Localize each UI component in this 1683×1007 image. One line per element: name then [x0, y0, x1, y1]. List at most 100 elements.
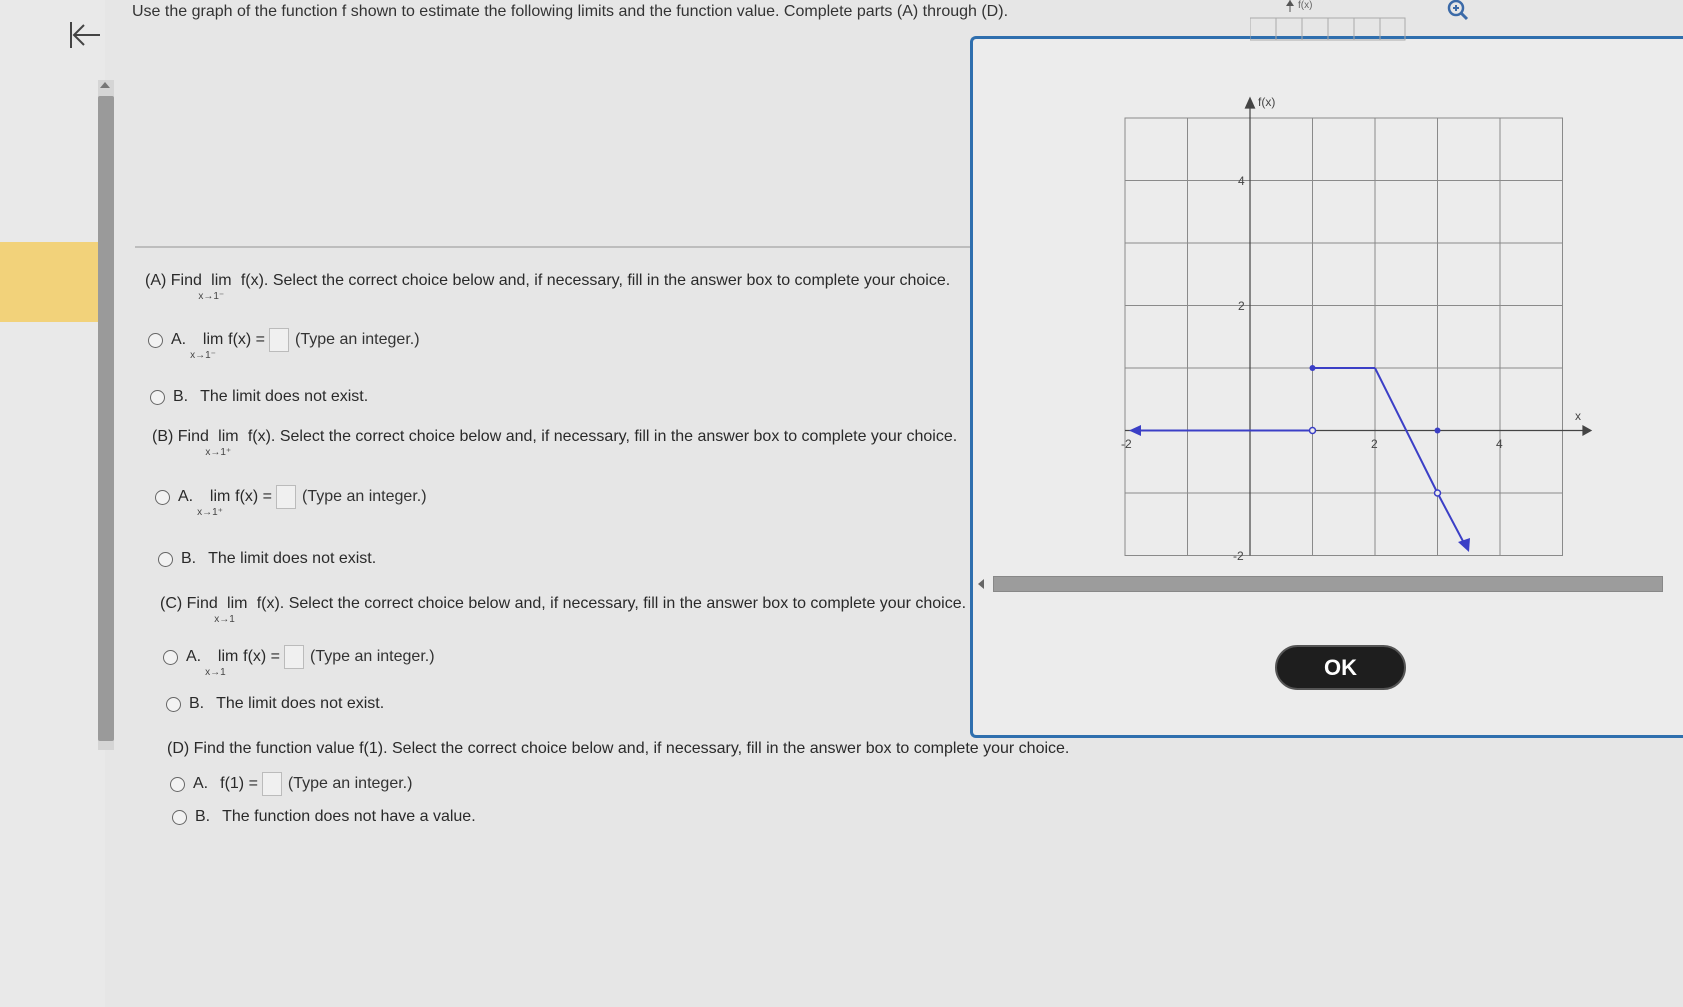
ok-button[interactable]: OK: [1275, 645, 1406, 690]
lim-text: lim: [211, 272, 232, 289]
horizontal-scrollbar[interactable]: [993, 576, 1663, 592]
choice-letter: B.: [173, 388, 189, 405]
function-graph: f(x) x -2 2 4 4 2 -2: [1121, 95, 1593, 563]
part-d-answer-input[interactable]: [261, 772, 282, 796]
part-a-instructions: Select the correct choice below and, if …: [272, 272, 951, 289]
function-curve: [1129, 367, 1470, 552]
scroll-left-arrow-icon[interactable]: [978, 579, 984, 589]
part-a-answer-input[interactable]: [269, 328, 290, 352]
choice-letter: A.: [193, 775, 209, 792]
choice-func: f(x) =: [228, 331, 266, 348]
graph-grid: [1124, 117, 1563, 556]
choice-letter: A.: [186, 648, 202, 665]
part-c-func: f(x).: [256, 595, 285, 612]
choice-letter: B.: [189, 695, 205, 712]
part-b-prompt: (B) Find lim x→1⁺ f(x). Select the correc…: [152, 428, 957, 458]
part-a-prompt: (A) Find lim x→1⁻ f(x). Select the correc…: [145, 272, 951, 302]
closed-point: [1309, 365, 1316, 371]
choice-func: f(x) =: [235, 488, 273, 505]
current-question-highlight: [0, 242, 105, 322]
choice-text: The function does not have a value.: [222, 808, 476, 825]
choice-letter: B.: [195, 808, 211, 825]
y-tick-4: 4: [1238, 174, 1245, 188]
part-b-radio-b[interactable]: [158, 551, 173, 567]
mini-graph-thumbnail: f(x): [1250, 0, 1406, 41]
part-a-lim: lim x→1⁻: [198, 272, 236, 302]
part-a-choice-a[interactable]: A. lim x→1⁻ f(x) = (Type an integer.): [148, 328, 420, 361]
lim-text: lim: [227, 595, 248, 612]
left-rail: [0, 0, 105, 1007]
choice-hint: (Type an integer.): [295, 331, 420, 348]
part-b-lim: lim x→1⁺: [205, 428, 243, 458]
part-d-label: (D) Find the function value f(1).: [167, 740, 388, 757]
choice-func: f(x) =: [243, 648, 281, 665]
part-c-answer-input[interactable]: [284, 645, 305, 669]
y-axis-label: f(x): [1258, 95, 1275, 109]
choice-letter: A.: [171, 331, 187, 348]
choice-text: The limit does not exist.: [208, 550, 377, 567]
part-d-choice-b[interactable]: B. The function does not have a value.: [172, 808, 476, 826]
divider: [135, 246, 970, 248]
choice-hint: (Type an integer.): [302, 488, 427, 505]
choice-text: The limit does not exist.: [216, 695, 385, 712]
lim-subscript: x→1⁺: [197, 507, 223, 518]
open-point: [1308, 426, 1317, 435]
isolated-point: [1434, 427, 1441, 434]
part-a-label: (A) Find: [145, 272, 202, 289]
part-d-instructions: Select the correct choice below and, if …: [392, 740, 1070, 757]
vertical-scroll-thumb[interactable]: [98, 96, 114, 741]
part-c-choice-b[interactable]: B. The limit does not exist.: [166, 695, 384, 713]
choice-letter: A.: [178, 488, 194, 505]
lim-text: lim: [217, 648, 239, 665]
y-tick-neg2: -2: [1233, 549, 1244, 563]
mini-graph-label: f(x): [1298, 0, 1312, 11]
scroll-up-arrow-icon[interactable]: [100, 82, 110, 88]
part-b-answer-input[interactable]: [276, 485, 297, 509]
question-instruction: Use the graph of the function f shown to…: [132, 3, 1009, 20]
choice-letter: B.: [181, 550, 197, 567]
part-b-choice-a[interactable]: A. lim x→1⁺ f(x) = (Type an integer.): [155, 485, 427, 518]
part-b-choice-b[interactable]: B. The limit does not exist.: [158, 550, 376, 568]
lim-subscript: x→1: [214, 614, 235, 625]
part-c-lim: lim x→1: [214, 595, 252, 625]
part-b-func: f(x).: [247, 428, 276, 445]
lim-subscript: x→1⁺: [205, 447, 232, 458]
lim-subscript: x→1⁻: [190, 350, 216, 361]
lim-subscript: x→1: [205, 667, 226, 678]
part-c-choice-a[interactable]: A. lim x→1 f(x) = (Type an integer.): [163, 645, 435, 678]
left-arrow-icon: [1129, 425, 1141, 436]
choice-lim: lim x→1⁺: [197, 488, 235, 518]
part-d-radio-a[interactable]: [170, 776, 185, 792]
lim-text: lim: [218, 428, 239, 445]
part-a-radio-a[interactable]: [148, 332, 163, 348]
choice-func: f(1) =: [220, 775, 258, 792]
open-point-2: [1433, 489, 1442, 497]
choice-text: The limit does not exist.: [200, 388, 369, 405]
part-a-choice-b[interactable]: B. The limit does not exist.: [150, 388, 368, 406]
part-c-instructions: Select the correct choice below and, if …: [288, 595, 967, 612]
lim-text: lim: [209, 488, 231, 505]
collapse-left-icon[interactable]: [68, 18, 104, 54]
part-c-radio-a[interactable]: [163, 649, 178, 665]
part-c-label: (C) Find: [160, 595, 218, 612]
part-a-radio-b[interactable]: [150, 389, 165, 405]
descending-segment-2: [1436, 492, 1466, 546]
part-d-prompt: (D) Find the function value f(1). Select…: [167, 740, 1069, 758]
part-d-choice-a[interactable]: A. f(1) = (Type an integer.): [170, 772, 412, 796]
x-tick-neg2: -2: [1121, 437, 1132, 451]
x-axis-label: x: [1575, 409, 1581, 423]
lim-text: lim: [202, 331, 224, 348]
choice-hint: (Type an integer.): [287, 775, 413, 792]
choice-lim: lim x→1: [205, 648, 243, 678]
lim-subscript: x→1⁻: [198, 291, 225, 302]
part-c-prompt: (C) Find lim x→1 f(x). Select the correct…: [160, 595, 967, 625]
part-b-label: (B) Find: [152, 428, 209, 445]
graph-axes: [1125, 96, 1593, 556]
part-b-radio-a[interactable]: [155, 489, 170, 505]
choice-hint: (Type an integer.): [310, 648, 435, 665]
part-d-radio-b[interactable]: [172, 809, 187, 825]
zoom-icon[interactable]: [1442, 0, 1472, 22]
part-a-func: f(x).: [240, 272, 269, 289]
x-tick-2: 2: [1371, 437, 1378, 451]
part-c-radio-b[interactable]: [166, 696, 181, 712]
